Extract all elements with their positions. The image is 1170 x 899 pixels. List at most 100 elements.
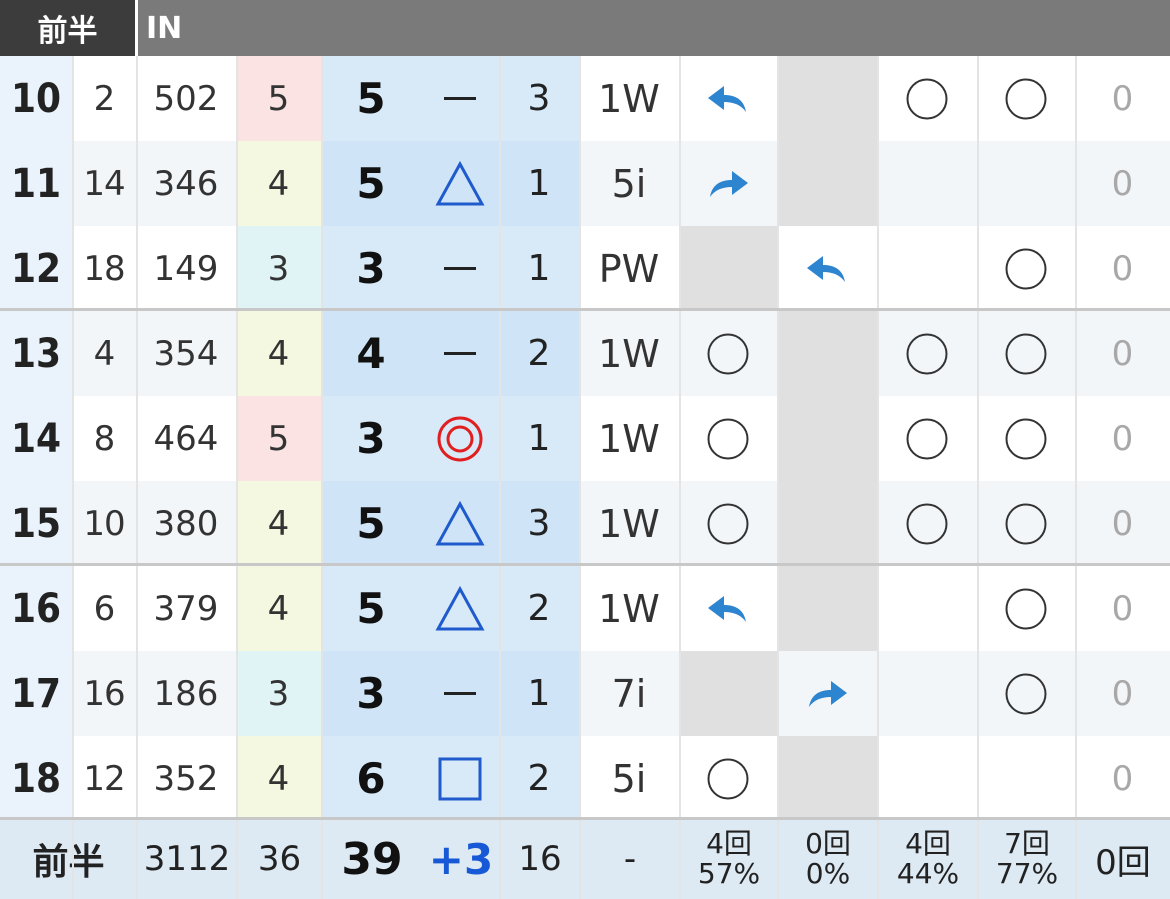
stroke-score: 5 xyxy=(321,481,421,566)
fairway-result xyxy=(679,56,777,141)
par-on-result xyxy=(877,226,977,311)
hole-row[interactable]: 16 6 379 4 5 2 1W 0 xyxy=(0,566,1170,651)
column-divider xyxy=(777,56,779,899)
circle-icon xyxy=(1004,672,1048,716)
par-on-count: 4回 xyxy=(905,827,951,860)
tee-club: 5i xyxy=(579,736,679,821)
one-putt-result xyxy=(977,736,1075,821)
putt-count: 2 xyxy=(499,566,579,651)
penalty-count: 0 xyxy=(1075,566,1170,651)
par-value: 4 xyxy=(236,566,321,651)
curved-arrow-left-icon xyxy=(805,252,849,286)
hole-row[interactable]: 11 14 346 4 5 1 5i 0 xyxy=(0,141,1170,226)
one-putt-percent: 77% xyxy=(995,857,1059,890)
yardage: 186 xyxy=(136,651,236,736)
one-putt-result xyxy=(977,141,1075,226)
putt-count: 2 xyxy=(499,736,579,821)
handicap-index: 12 xyxy=(72,736,136,821)
yardage: 346 xyxy=(136,141,236,226)
putt-count: 1 xyxy=(499,226,579,311)
stroke-score: 3 xyxy=(321,396,421,481)
stroke-score: 3 xyxy=(321,226,421,311)
score-result-mark xyxy=(421,566,499,651)
par-on-result xyxy=(877,141,977,226)
par-value: 5 xyxy=(236,56,321,141)
square-icon xyxy=(436,755,484,803)
one-putt-count: 7回 xyxy=(1004,827,1050,860)
score-result-mark xyxy=(421,481,499,566)
total-one-putt-stat: 7回 77% xyxy=(978,819,1076,899)
circle-icon xyxy=(1004,587,1048,631)
score-result-mark xyxy=(421,226,499,311)
hole-row[interactable]: 13 4 354 4 4 2 1W 0 xyxy=(0,311,1170,396)
column-divider xyxy=(236,56,238,899)
hole-number: 16 xyxy=(0,566,72,651)
hole-number: 13 xyxy=(0,311,72,396)
one-putt-result xyxy=(977,651,1075,736)
par-on-result xyxy=(877,736,977,821)
handicap-index: 6 xyxy=(72,566,136,651)
score-result-mark xyxy=(421,396,499,481)
hole-row[interactable]: 14 8 464 5 3 1 1W 0 xyxy=(0,396,1170,481)
tee-club: 1W xyxy=(579,56,679,141)
total-par-on-stat: 4回 44% xyxy=(878,819,978,899)
circle-icon xyxy=(1004,77,1048,121)
hole-number: 14 xyxy=(0,396,72,481)
penalty-count: 0 xyxy=(1075,311,1170,396)
hole-row[interactable]: 12 18 149 3 3 1 PW 0 xyxy=(0,226,1170,311)
handicap-index: 14 xyxy=(72,141,136,226)
score-result-mark xyxy=(421,736,499,821)
circle-icon xyxy=(905,502,949,546)
tee-club: PW xyxy=(579,226,679,311)
column-divider xyxy=(136,56,138,899)
double-circle-icon xyxy=(435,414,485,464)
par-on-result xyxy=(877,651,977,736)
miss-count: 0回 xyxy=(805,827,851,860)
fairway-miss-result xyxy=(777,311,877,396)
curved-arrow-left-icon xyxy=(706,592,750,626)
hole-row[interactable]: 15 10 380 4 5 3 1W 0 xyxy=(0,481,1170,566)
yardage: 149 xyxy=(136,226,236,311)
curved-arrow-left-icon xyxy=(706,82,750,116)
fairway-result xyxy=(679,481,777,566)
hole-number: 10 xyxy=(0,56,72,141)
tee-club: 1W xyxy=(579,396,679,481)
one-putt-result xyxy=(977,226,1075,311)
putt-count: 1 xyxy=(499,396,579,481)
penalty-count: 0 xyxy=(1075,141,1170,226)
yardage: 379 xyxy=(136,566,236,651)
fairway-result xyxy=(679,311,777,396)
score-result-mark xyxy=(421,311,499,396)
par-on-result xyxy=(877,56,977,141)
score-result-mark xyxy=(421,56,499,141)
column-divider xyxy=(321,56,323,899)
header-divider xyxy=(135,0,138,56)
column-divider xyxy=(679,56,681,899)
hole-row[interactable]: 17 16 186 3 3 1 7i 0 xyxy=(0,651,1170,736)
circle-icon xyxy=(1004,417,1048,461)
dash-icon xyxy=(444,97,476,100)
circle-icon xyxy=(1004,247,1048,291)
circle-icon xyxy=(706,417,750,461)
tab-front-half[interactable]: 前半 xyxy=(0,0,135,56)
hole-row[interactable]: 10 2 502 5 5 3 1W 0 xyxy=(0,56,1170,141)
penalty-count: 0 xyxy=(1075,651,1170,736)
stroke-score: 5 xyxy=(321,566,421,651)
total-par: 36 xyxy=(237,819,322,899)
par-value: 3 xyxy=(236,651,321,736)
par-on-result xyxy=(877,481,977,566)
circle-icon xyxy=(905,77,949,121)
column-divider xyxy=(977,56,979,899)
par-value: 4 xyxy=(236,736,321,821)
hole-row[interactable]: 18 12 352 4 6 2 5i 0 xyxy=(0,736,1170,821)
penalty-count: 0 xyxy=(1075,396,1170,481)
column-divider xyxy=(72,56,74,899)
tee-club: 7i xyxy=(579,651,679,736)
penalty-count: 0 xyxy=(1075,736,1170,821)
stroke-score: 6 xyxy=(321,736,421,821)
fairway-result xyxy=(679,226,777,311)
scorecard: 前半 IN 10 2 502 5 5 3 1W 0 11 14 346 4 5 1 5i 0 12 18 149 3 3… xyxy=(0,0,1170,899)
fairway-percent: 57% xyxy=(697,857,761,890)
total-fairway-stat: 4回 57% xyxy=(680,819,778,899)
group-separator xyxy=(0,308,1170,311)
